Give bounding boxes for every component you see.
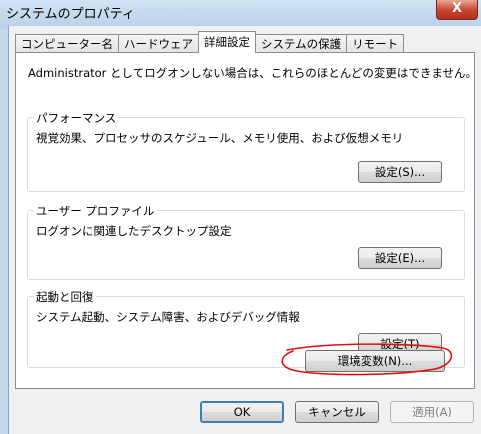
admin-note: Administrator としてログオンしない場合は、これらのほとんどの変更は… bbox=[28, 66, 478, 80]
ok-button[interactable]: OK bbox=[200, 401, 284, 423]
advanced-tab-panel: Administrator としてログオンしない場合は、これらのほとんどの変更は… bbox=[15, 52, 478, 389]
close-icon: X bbox=[451, 1, 463, 16]
cancel-button[interactable]: キャンセル bbox=[295, 401, 379, 423]
startup-recovery-group-title: 起動と回復 bbox=[34, 289, 96, 305]
apply-button[interactable]: 適用(A) bbox=[390, 401, 474, 423]
window-title: システムのプロパティ bbox=[6, 7, 135, 22]
environment-variables-button[interactable]: 環境変数(N)... bbox=[305, 350, 445, 372]
system-properties-window: システムのプロパティ Windows Editor X コンピューター名 ハード… bbox=[0, 0, 481, 434]
user-profile-group: ユーザー プロファイル ログオンに関連したデスクトップ設定 設定(E)... bbox=[27, 203, 465, 280]
tab-computer-name[interactable]: コンピューター名 bbox=[15, 34, 119, 53]
performance-group: パフォーマンス 視覚効果、プロセッサのスケジュール、メモリ使用、および仮想メモリ… bbox=[27, 110, 465, 192]
user-profile-group-title: ユーザー プロファイル bbox=[34, 203, 157, 219]
user-profile-description: ログオンに関連したデスクトップ設定 bbox=[36, 224, 232, 238]
user-profile-settings-button[interactable]: 設定(E)... bbox=[358, 247, 442, 269]
performance-settings-button[interactable]: 設定(S)... bbox=[358, 161, 442, 183]
close-button[interactable]: X bbox=[436, 0, 478, 20]
tab-remote[interactable]: リモート bbox=[346, 34, 405, 53]
startup-recovery-description: システム起動、システム障害、およびデバッグ情報 bbox=[36, 310, 300, 324]
tab-system-protection[interactable]: システムの保護 bbox=[255, 34, 348, 53]
tab-advanced[interactable]: 詳細設定 bbox=[198, 31, 256, 53]
tab-strip: コンピューター名 ハードウェア 詳細設定 システムの保護 リモート bbox=[15, 31, 405, 53]
dialog-client-area: コンピューター名 ハードウェア 詳細設定 システムの保護 リモート Admini… bbox=[8, 26, 481, 434]
tab-hardware[interactable]: ハードウェア bbox=[118, 34, 199, 53]
performance-group-title: パフォーマンス bbox=[34, 110, 119, 126]
title-bar[interactable]: システムのプロパティ Windows Editor X bbox=[0, 0, 481, 26]
performance-description: 視覚効果、プロセッサのスケジュール、メモリ使用、および仮想メモリ bbox=[36, 131, 404, 145]
title-bar-ghost-text: Windows Editor bbox=[132, 6, 202, 16]
